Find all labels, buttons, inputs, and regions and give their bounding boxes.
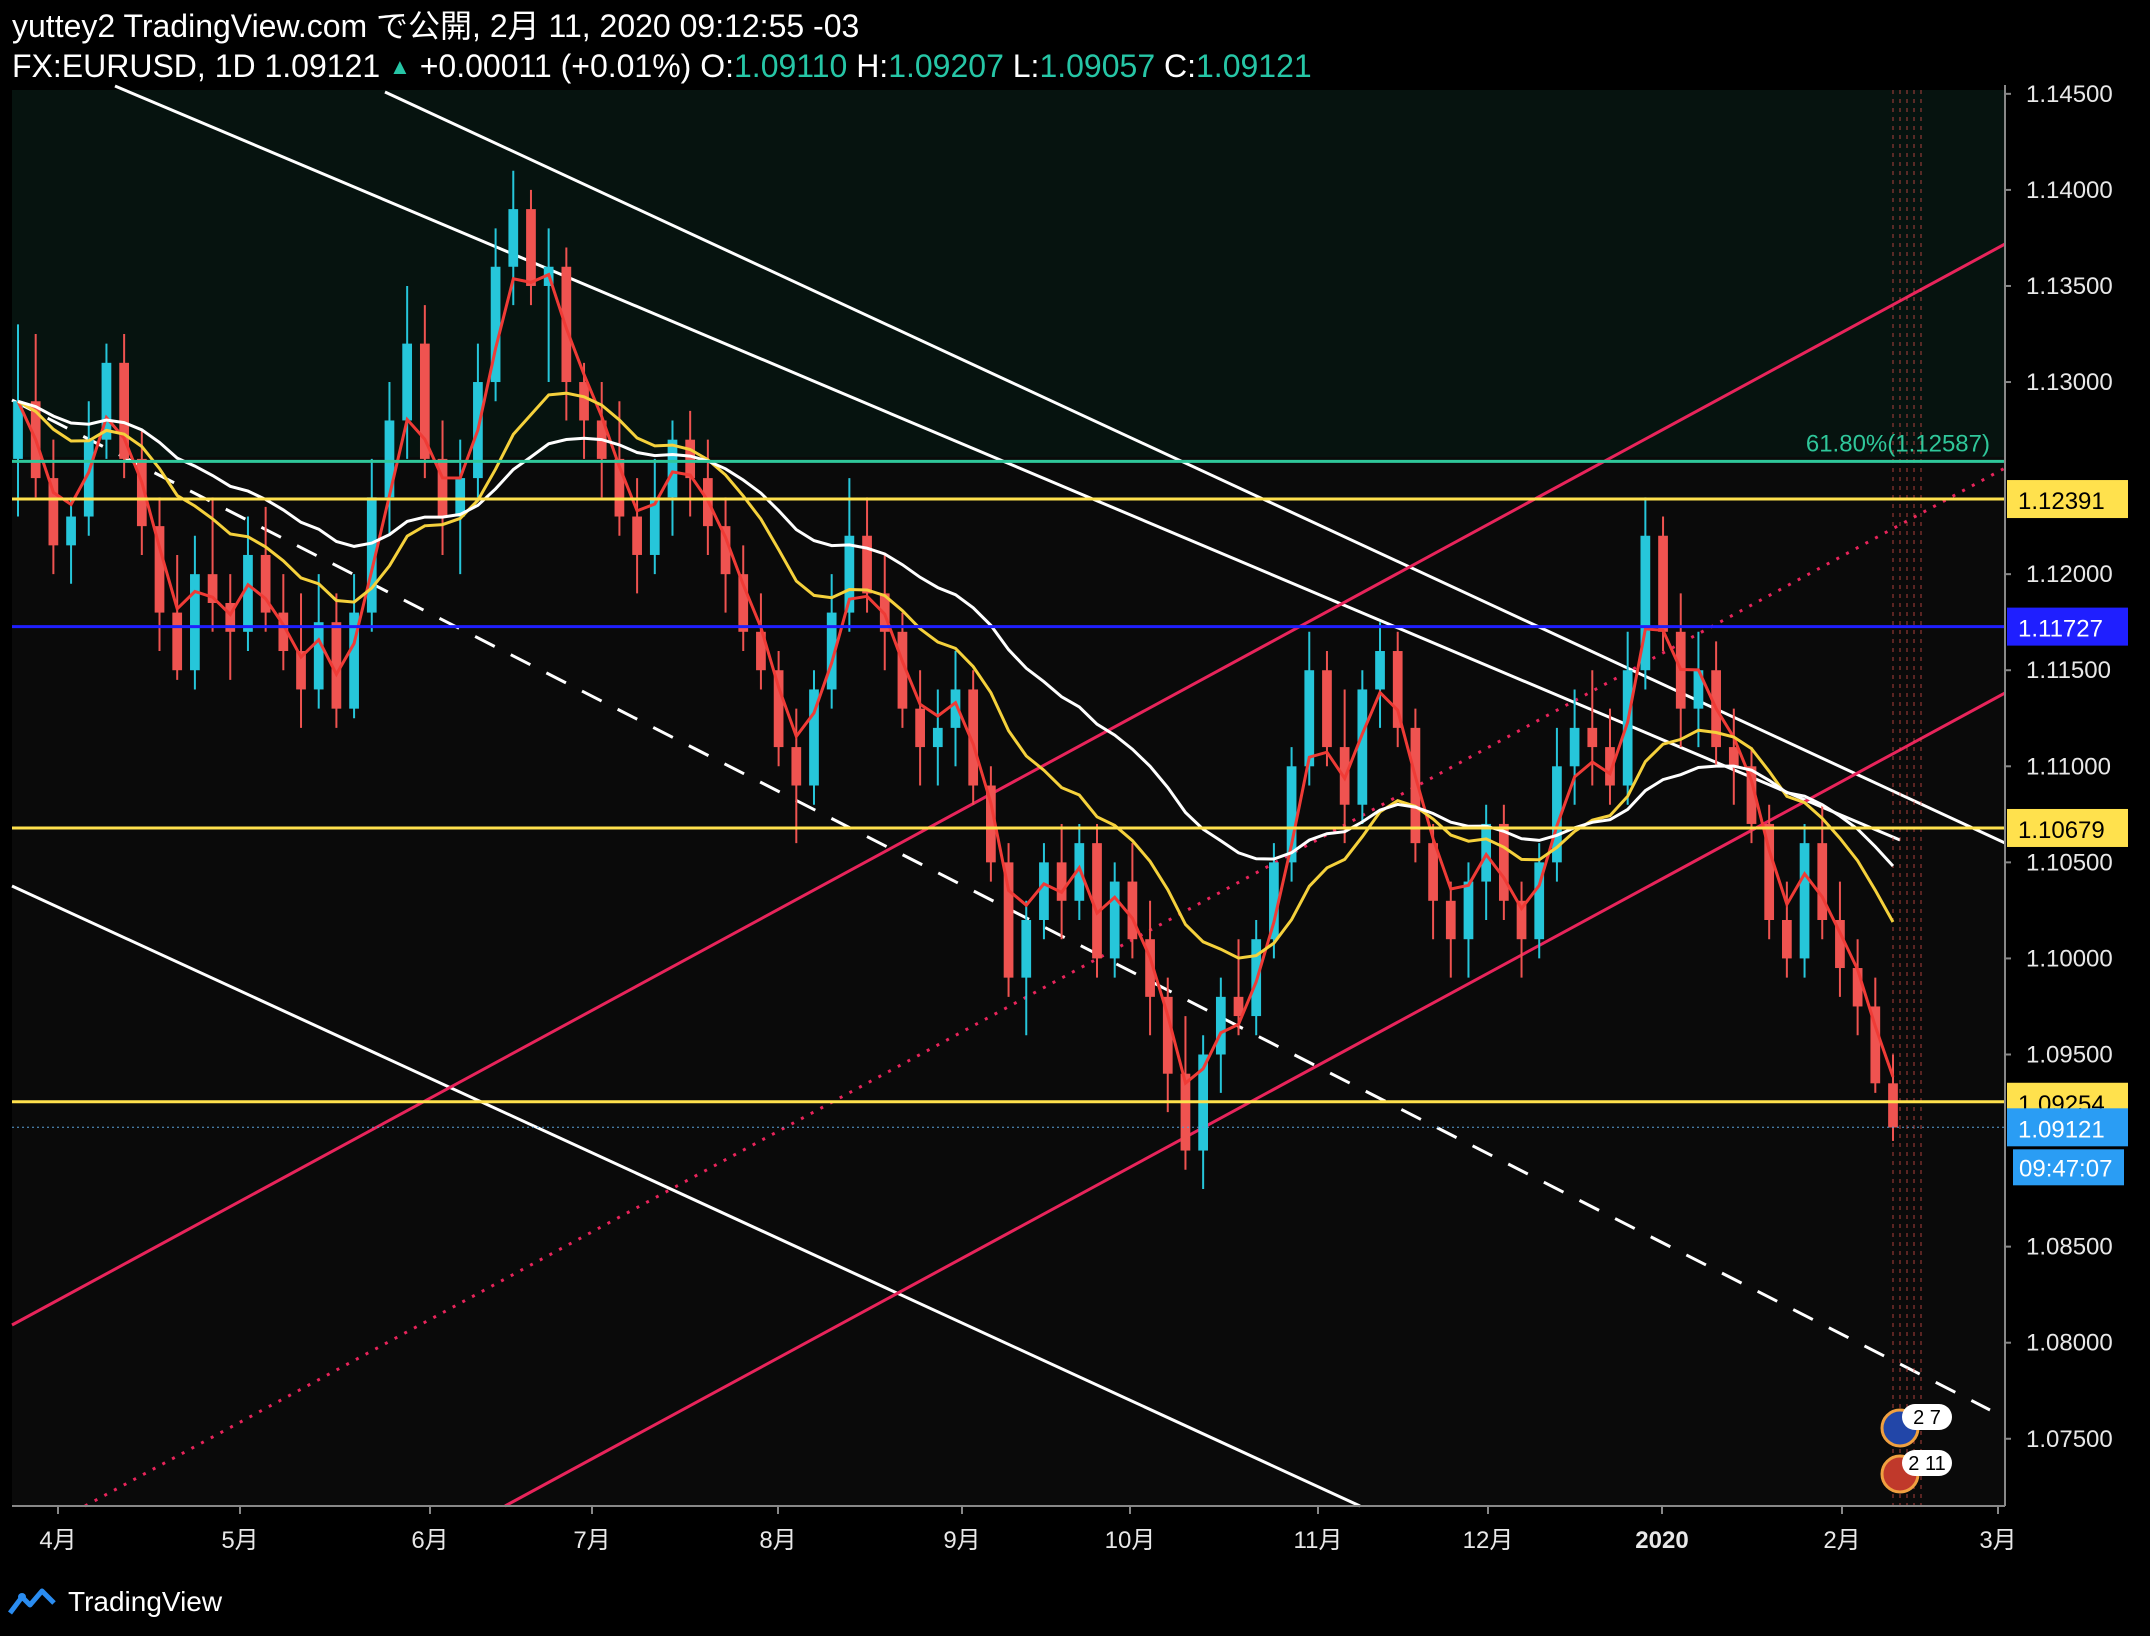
candle-body (862, 535, 872, 594)
price-tick-label: 1.08000 (2026, 1330, 2113, 1357)
candle-body (1658, 535, 1668, 632)
time-tick-label: 2月 (1823, 1527, 1860, 1554)
countdown-label: 09:47:07 (2019, 1155, 2112, 1182)
candle-body (1357, 689, 1368, 805)
tradingview-brand: TradingView (68, 1586, 223, 1617)
candle-body (66, 516, 76, 546)
candle-body (632, 516, 642, 555)
time-tick-label: 2020 (1635, 1527, 1688, 1554)
candle-body (932, 727, 943, 748)
candle-body (190, 574, 200, 671)
time-tick-label: 6月 (411, 1527, 448, 1554)
candle-body (667, 439, 678, 498)
candle-body (313, 622, 324, 690)
candle-body (773, 670, 784, 748)
candle-body (915, 708, 925, 748)
tradingview-logo-icon (8, 1588, 56, 1615)
price-chart[interactable]: 61.80%(1.12587) 1.12391 1.11727 1.10679 1.0… (0, 0, 2150, 1636)
candle-body (1127, 881, 1138, 940)
level-1-tag-label: 1.11727 (2018, 616, 2103, 643)
candle-body (1375, 651, 1385, 690)
price-tick-label: 1.13000 (2026, 369, 2113, 396)
time-tick-label: 7月 (573, 1527, 610, 1554)
footer: TradingView (8, 1580, 222, 1624)
candle-body (1180, 1073, 1191, 1151)
candle-body (685, 439, 696, 479)
candle-body (455, 478, 466, 517)
time-tick-label: 4月 (39, 1527, 76, 1554)
candle-body (1021, 920, 1032, 978)
upper-zone-shading (12, 90, 2005, 457)
fib-label: 61.80%(1.12587) (1806, 430, 1990, 457)
candle-body (1304, 670, 1315, 767)
candle-body (1817, 843, 1828, 921)
candle-body (1587, 727, 1598, 748)
last-price-tag-label: 1.09121 (2018, 1116, 2105, 1143)
candle-body (172, 612, 183, 671)
candle-body (1056, 862, 1067, 901)
price-tick-label: 1.11500 (2026, 657, 2111, 684)
time-tick-label: 9月 (943, 1527, 980, 1554)
candle-body (1799, 843, 1810, 959)
candle-body (1782, 920, 1792, 959)
time-tick-label: 12月 (1463, 1527, 1514, 1554)
time-tick-label: 11月 (1294, 1527, 1343, 1554)
price-tick-label: 1.09500 (2026, 1041, 2113, 1068)
price-tick-label: 1.10000 (2026, 945, 2113, 972)
level-2-tag-label: 1.10679 (2018, 817, 2105, 844)
time-tick-label: 3月 (1979, 1527, 2016, 1554)
level-0-tag-label: 1.12391 (2018, 488, 2105, 515)
candle-body (791, 747, 802, 786)
candle-body (1039, 862, 1049, 921)
candle-body (402, 343, 413, 421)
time-tick-label: 10月 (1105, 1527, 1156, 1554)
candle-body (1109, 881, 1120, 959)
candle-body (526, 209, 536, 286)
candle-body (1888, 1083, 1898, 1128)
price-axis: 1.123911.117271.106791.092541.0912109:47… (2004, 81, 2128, 1506)
candle-body (1463, 881, 1474, 940)
price-tick-label: 1.07500 (2026, 1426, 2113, 1453)
candle-body (1728, 747, 1739, 767)
price-tick-label: 1.14000 (2026, 177, 2113, 204)
candle-body (1322, 670, 1332, 748)
candle-body (508, 209, 519, 267)
time-tick-label: 8月 (759, 1527, 796, 1554)
candle-body (1445, 900, 1456, 940)
price-tick-label: 1.13500 (2026, 273, 2113, 300)
time-axis: 4月 5月 6月 7月 8月 9月 10月 11月 12月 2020 2月 3月 (12, 1505, 2017, 1554)
price-tick-label: 1.11000 (2026, 753, 2111, 780)
time-tick-label: 5月 (221, 1527, 258, 1554)
candle-body (1569, 727, 1580, 767)
event-badge-label: 2 11 (1908, 1453, 1945, 1475)
candle-body (1215, 996, 1226, 1055)
candle-body (1498, 823, 1509, 901)
candle-body (1392, 651, 1403, 728)
price-tick-label: 1.08500 (2026, 1234, 2113, 1261)
price-tick-label: 1.12000 (2026, 561, 2113, 588)
candle-body (579, 382, 589, 421)
price-tick-label: 1.10500 (2026, 849, 2113, 876)
price-tick-label: 1.14500 (2026, 81, 2113, 108)
event-badge-label: 2 7 (1913, 1407, 1941, 1429)
